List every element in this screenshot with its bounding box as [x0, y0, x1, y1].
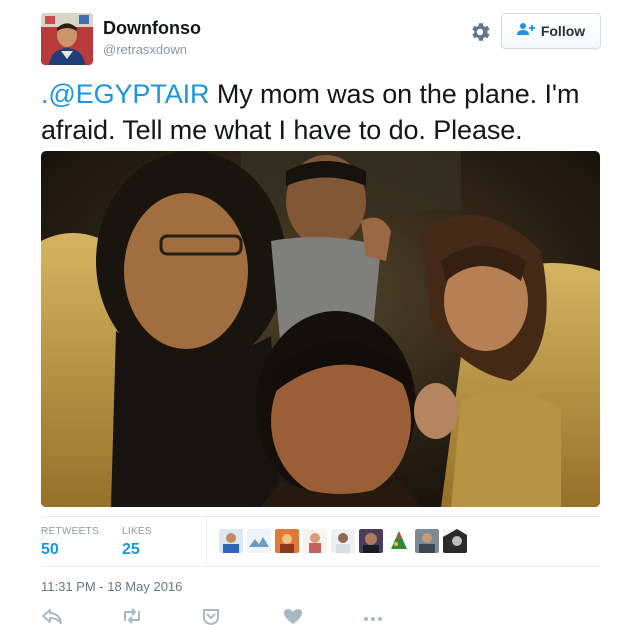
liker-avatar[interactable]	[443, 529, 467, 553]
liker-avatar[interactable]	[247, 529, 271, 553]
tweet-photo[interactable]	[41, 151, 600, 507]
liker-avatar[interactable]	[359, 529, 383, 553]
screen-name[interactable]: @retrasxdown	[103, 42, 187, 57]
avatar[interactable]	[41, 13, 93, 65]
liker-avatars	[219, 529, 467, 553]
tweet-card: Downfonso @retrasxdown Follow .@EGYPTAIR…	[0, 0, 642, 625]
liker-avatar[interactable]	[415, 529, 439, 553]
divider-bottom	[41, 566, 600, 567]
retweets-count[interactable]: 50	[41, 541, 59, 559]
retweets-label[interactable]: RETWEETS	[41, 526, 99, 537]
stats-separator	[206, 517, 207, 565]
liker-avatar[interactable]	[387, 529, 411, 553]
follow-label: Follow	[540, 23, 586, 39]
liker-avatar[interactable]	[331, 529, 355, 553]
display-name[interactable]: Downfonso	[103, 18, 201, 39]
gear-icon[interactable]	[468, 20, 492, 44]
timestamp[interactable]: 11:31 PM - 18 May 2016	[41, 579, 182, 594]
mention-link[interactable]: .@EGYPTAIR	[41, 79, 210, 109]
tweet-text: .@EGYPTAIR My mom was on the plane. I'm …	[41, 76, 601, 148]
retweet-icon[interactable]	[120, 607, 146, 625]
reply-icon[interactable]	[41, 607, 67, 625]
more-icon[interactable]	[362, 607, 388, 625]
like-icon[interactable]	[283, 607, 309, 625]
liker-avatar[interactable]	[303, 529, 327, 553]
divider-top	[41, 516, 600, 517]
add-user-icon	[516, 22, 535, 41]
likes-count[interactable]: 25	[122, 541, 140, 559]
liker-avatar[interactable]	[275, 529, 299, 553]
follow-button[interactable]: Follow	[501, 13, 601, 49]
save-icon[interactable]	[201, 607, 227, 625]
liker-avatar[interactable]	[219, 529, 243, 553]
likes-label[interactable]: LIKES	[122, 526, 152, 537]
